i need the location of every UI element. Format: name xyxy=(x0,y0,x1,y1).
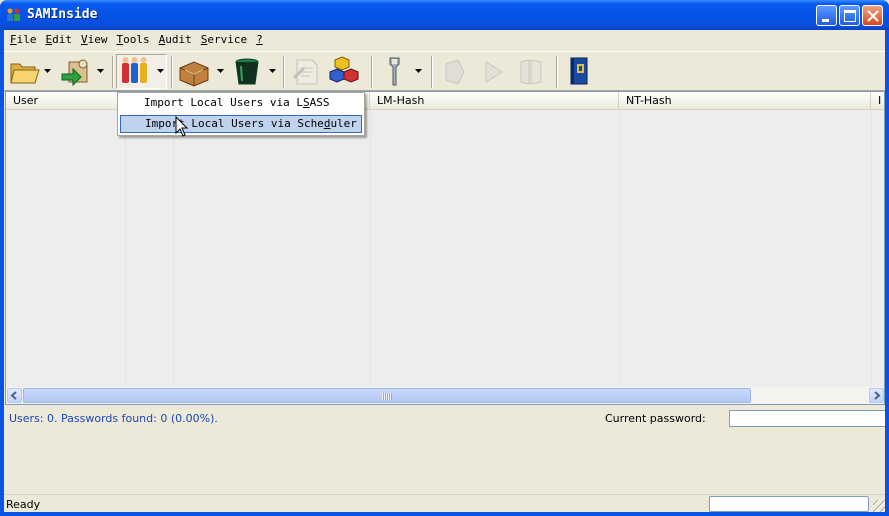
help-button[interactable] xyxy=(563,54,595,88)
import-users-dropdown: Import Local Users via LSASS Import Loca… xyxy=(117,92,365,136)
trash-icon xyxy=(235,58,259,85)
menu-audit[interactable]: Audit xyxy=(156,31,198,49)
pause-icon xyxy=(520,59,542,85)
window-title: SAMInside xyxy=(27,7,98,22)
scroll-thumb[interactable] xyxy=(23,388,751,403)
maximize-button[interactable] xyxy=(839,5,860,26)
import-button[interactable] xyxy=(59,54,91,88)
help-book-icon xyxy=(570,57,588,85)
export-button[interactable] xyxy=(177,54,211,88)
chevron-down-icon[interactable] xyxy=(217,69,224,73)
status-bar: Ready xyxy=(4,494,885,512)
grid-line xyxy=(871,110,872,387)
mouse-cursor-icon xyxy=(175,116,189,137)
title-bar[interactable]: SAMInside xyxy=(0,0,889,30)
scroll-grip xyxy=(382,393,392,400)
status-text: Ready xyxy=(6,498,41,511)
column-user[interactable]: User xyxy=(6,92,125,110)
minimize-button[interactable] xyxy=(816,5,837,26)
menu-edit[interactable]: Edit xyxy=(43,31,79,49)
settings-button[interactable] xyxy=(379,54,411,88)
menu-item-import-lsass[interactable]: Import Local Users via LSASS xyxy=(120,94,362,112)
column-6[interactable]: I xyxy=(871,92,884,110)
toolbar-separator xyxy=(556,56,558,88)
minimize-icon xyxy=(822,19,829,22)
menu-file[interactable]: File xyxy=(7,31,43,49)
play-icon xyxy=(485,61,503,83)
export-icon xyxy=(179,61,209,87)
menu-view[interactable]: View xyxy=(78,31,114,49)
menu-item-import-scheduler[interactable]: Import Local Users via Scheduler xyxy=(120,115,362,133)
column-nt-hash[interactable]: NT-Hash xyxy=(619,92,871,110)
close-icon xyxy=(867,10,879,22)
open-folder-icon xyxy=(10,63,40,84)
scroll-left-button[interactable] xyxy=(7,388,22,403)
import-icon xyxy=(61,59,88,87)
horizontal-scrollbar[interactable] xyxy=(6,387,884,404)
menu-service[interactable]: Service xyxy=(198,31,253,49)
delete-button[interactable] xyxy=(231,54,263,88)
document-icon xyxy=(292,59,318,85)
users-summary: Users: 0. Passwords found: 0 (0.00%). xyxy=(9,412,218,425)
import-users-icon xyxy=(122,57,147,83)
menu-tools[interactable]: Tools xyxy=(114,31,156,49)
chevron-down-icon[interactable] xyxy=(44,69,51,73)
current-password-label: Current password: xyxy=(605,412,706,425)
scroll-right-button[interactable] xyxy=(869,388,884,403)
grid-line xyxy=(125,110,126,387)
grid-line xyxy=(619,110,620,387)
toolbar-separator xyxy=(431,56,433,88)
maximize-icon xyxy=(844,10,856,22)
start-audit-button[interactable] xyxy=(478,54,508,88)
cubes-button[interactable] xyxy=(329,54,363,88)
toolbar-separator xyxy=(283,56,285,88)
toolbar-separator xyxy=(112,56,114,88)
toolbar-separator xyxy=(371,56,373,88)
toolbar-separator xyxy=(171,56,173,88)
cubes-icon xyxy=(329,56,359,83)
open-button[interactable] xyxy=(8,54,40,88)
toolbar xyxy=(4,51,885,91)
app-icon xyxy=(7,8,20,21)
current-password-field[interactable] xyxy=(729,410,885,427)
chevron-down-icon[interactable] xyxy=(269,69,276,73)
column-lm-hash[interactable]: LM-Hash xyxy=(370,92,619,110)
chevron-down-icon[interactable] xyxy=(97,69,104,73)
import-users-button[interactable] xyxy=(119,54,151,88)
users-list[interactable]: User LM-Hash NT-Hash I xyxy=(5,91,885,405)
close-button[interactable] xyxy=(862,5,883,26)
grid-line xyxy=(370,110,371,387)
chevron-down-icon[interactable] xyxy=(157,69,164,73)
pause-audit-button[interactable] xyxy=(515,54,547,88)
audit-back-button[interactable] xyxy=(438,54,470,88)
document-button[interactable] xyxy=(290,54,322,88)
resize-grip[interactable] xyxy=(873,500,885,512)
main-window: SAMInside File Edit View Tools Audit Ser… xyxy=(0,0,889,516)
grid-line xyxy=(173,110,174,387)
wrench-icon xyxy=(389,57,400,86)
chevron-down-icon[interactable] xyxy=(415,69,422,73)
chevron-left-icon xyxy=(10,391,17,400)
chevron-right-icon xyxy=(874,391,881,400)
menu-help[interactable]: ? xyxy=(253,31,269,49)
menu-bar: File Edit View Tools Audit Service ? xyxy=(4,30,885,50)
audit-back-icon xyxy=(445,59,465,85)
progress-panel xyxy=(709,496,869,512)
